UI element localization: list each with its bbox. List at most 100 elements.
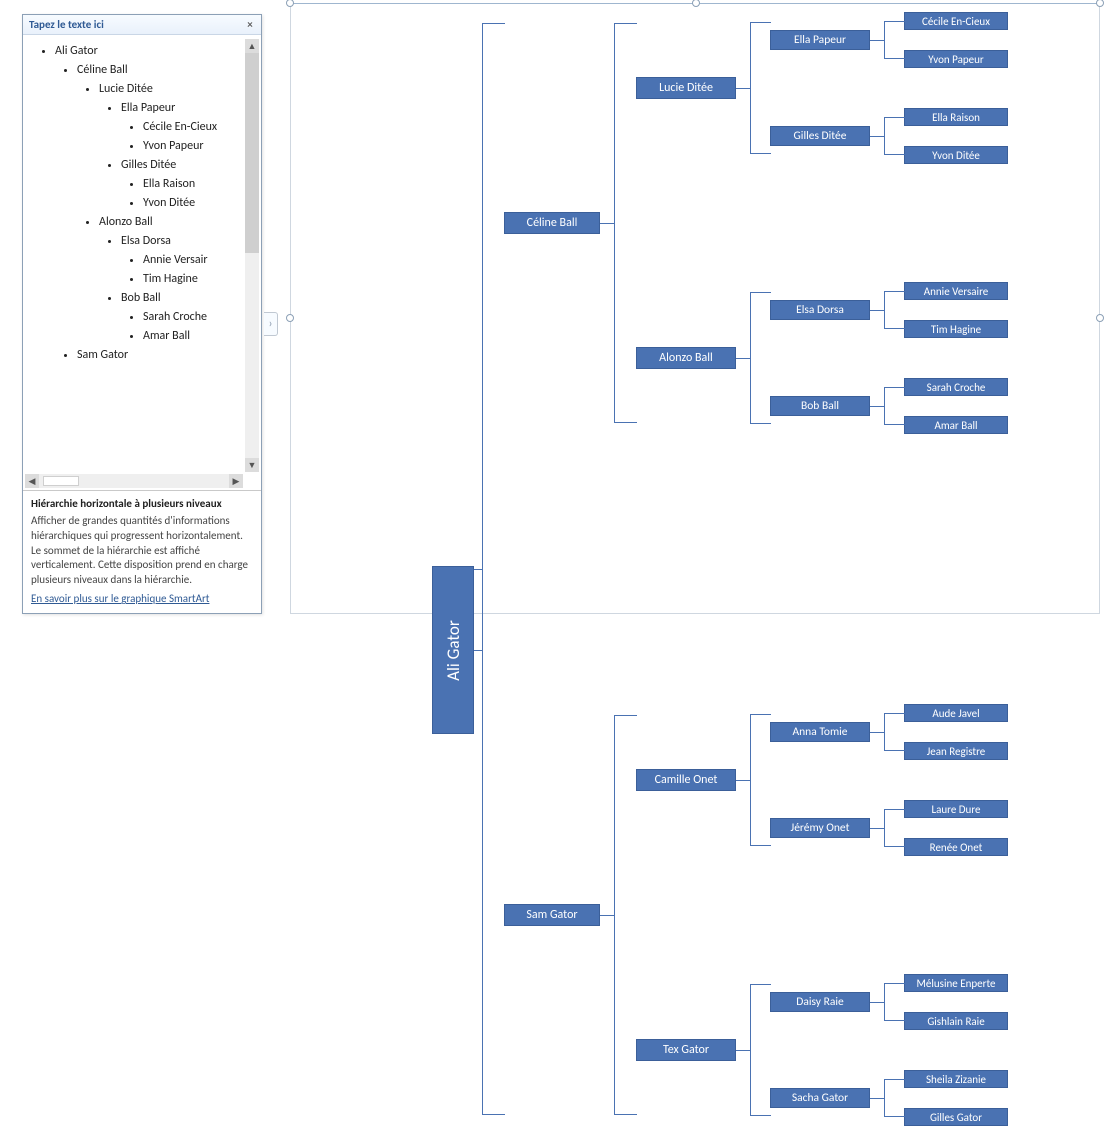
- hierarchy-node[interactable]: Lucie Ditée: [636, 77, 736, 99]
- hierarchy-leaf-node[interactable]: Yvon Ditée: [904, 146, 1008, 164]
- list-item-label: Ella Raison: [143, 177, 195, 191]
- hierarchy-node-label: Annie Versaire: [924, 285, 988, 298]
- hierarchy-node[interactable]: Sacha Gator: [770, 1088, 870, 1108]
- hierarchy-node-label: Ella Raison: [932, 111, 980, 124]
- selection-handle[interactable]: [1096, 314, 1104, 322]
- hierarchy-leaf-node[interactable]: Aude Javel: [904, 704, 1008, 722]
- hierarchy-node-label: Sheila Zizanie: [926, 1073, 986, 1086]
- list-item[interactable]: Alonzo Ball Elsa Dorsa Annie Versair Tim…: [99, 215, 243, 343]
- hierarchy-node-label: Ella Papeur: [794, 33, 846, 47]
- list-item-label: Yvon Ditée: [143, 196, 195, 210]
- list-item-label: Alonzo Ball: [99, 215, 153, 229]
- hierarchy-node-label: Céline Ball: [527, 216, 578, 230]
- list-item[interactable]: Cécile En-Cieux: [143, 120, 243, 134]
- list-item-label: Ella Papeur: [121, 101, 175, 115]
- hierarchy-node-label: Jérémy Onet: [791, 821, 850, 835]
- hierarchy-node[interactable]: Anna Tomie: [770, 722, 870, 742]
- scroll-thumb[interactable]: [245, 53, 259, 253]
- list-item[interactable]: Annie Versair: [143, 253, 243, 267]
- list-item[interactable]: Céline Ball Lucie Ditée Ella Papeur Céci…: [77, 63, 243, 343]
- hierarchy-root-label: Ali Gator: [443, 620, 464, 681]
- panel-title: Tapez le texte ici: [29, 18, 104, 31]
- scroll-right-icon[interactable]: ▶: [229, 474, 243, 488]
- horizontal-scrollbar[interactable]: ◀ ▶: [25, 474, 243, 488]
- hierarchy-leaf-node[interactable]: Laure Dure: [904, 800, 1008, 818]
- list-item[interactable]: Tim Hagine: [143, 272, 243, 286]
- hierarchy-node-label: Tim Hagine: [931, 323, 981, 336]
- hierarchy-leaf-node[interactable]: Jean Registre: [904, 742, 1008, 760]
- list-item[interactable]: Gilles Ditée Ella Raison Yvon Ditée: [121, 158, 243, 210]
- hierarchy-node-label: Amar Ball: [934, 419, 977, 432]
- hierarchy-node-label: Cécile En-Cieux: [922, 15, 990, 28]
- scroll-left-icon[interactable]: ◀: [25, 474, 39, 488]
- list-item[interactable]: Bob Ball Sarah Croche Amar Ball: [121, 291, 243, 343]
- selection-handle[interactable]: [1096, 0, 1104, 7]
- panel-header[interactable]: Tapez le texte ici ×: [23, 15, 261, 35]
- hierarchy-root-node[interactable]: Ali Gator: [432, 566, 474, 734]
- hierarchy-node[interactable]: Tex Gator: [636, 1039, 736, 1061]
- hierarchy-leaf-node[interactable]: Sarah Croche: [904, 378, 1008, 396]
- hierarchy-leaf-node[interactable]: Cécile En-Cieux: [904, 12, 1008, 30]
- hierarchy-leaf-node[interactable]: Mélusine Enperte: [904, 974, 1008, 992]
- hierarchy-node[interactable]: Alonzo Ball: [636, 347, 736, 369]
- list-item[interactable]: Sarah Croche: [143, 310, 243, 324]
- list-item-label: Amar Ball: [143, 329, 190, 343]
- scroll-position-field[interactable]: [43, 476, 79, 486]
- hierarchy-node[interactable]: Sam Gator: [504, 904, 600, 926]
- hierarchy-node[interactable]: Camille Onet: [636, 769, 736, 791]
- connector: [474, 650, 482, 651]
- hierarchy-leaf-node[interactable]: Sheila Zizanie: [904, 1070, 1008, 1088]
- hierarchy-node-label: Gishlain Raie: [927, 1015, 984, 1028]
- hierarchy-node-label: Camille Onet: [655, 773, 718, 787]
- hierarchy-diagram[interactable]: Ali Gator Céline Ball Lucie Ditée Ella P…: [432, 12, 1008, 1126]
- hierarchy-leaf-node[interactable]: Gilles Gator: [904, 1108, 1008, 1126]
- hierarchy-node-label: Tex Gator: [663, 1043, 709, 1057]
- hierarchy-node-label: Sam Gator: [526, 908, 577, 922]
- hierarchy-leaf-node[interactable]: Amar Ball: [904, 416, 1008, 434]
- hierarchy-node[interactable]: Daisy Raie: [770, 992, 870, 1012]
- hierarchy-node-label: Aude Javel: [932, 707, 979, 720]
- scroll-up-icon[interactable]: ▲: [245, 39, 259, 53]
- list-item[interactable]: Yvon Ditée: [143, 196, 243, 210]
- scroll-down-icon[interactable]: ▼: [245, 458, 259, 472]
- hierarchy-node-label: Sarah Croche: [927, 381, 986, 394]
- hierarchy-node[interactable]: Jérémy Onet: [770, 818, 870, 838]
- list-item[interactable]: Ella Papeur Cécile En-Cieux Yvon Papeur: [121, 101, 243, 153]
- hierarchy-node-label: Mélusine Enperte: [916, 977, 995, 990]
- hierarchy-node-label: Lucie Ditée: [659, 81, 713, 95]
- vertical-scrollbar[interactable]: ▲ ▼: [245, 39, 259, 472]
- hierarchy-leaf-node[interactable]: Renée Onet: [904, 838, 1008, 856]
- list-item[interactable]: Sam Gator: [77, 348, 243, 362]
- layout-description: Hiérarchie horizontale à plusieurs nivea…: [23, 490, 261, 613]
- smartart-text-panel[interactable]: Tapez le texte ici × Ali Gator Céline Ba…: [22, 14, 262, 614]
- list-item-label: Yvon Papeur: [143, 139, 204, 153]
- layout-description-body: Afficher de grandes quantités d'informat…: [31, 514, 253, 588]
- list-item[interactable]: Yvon Papeur: [143, 139, 243, 153]
- hierarchy-node[interactable]: Ella Papeur: [770, 30, 870, 50]
- list-item[interactable]: Elsa Dorsa Annie Versair Tim Hagine: [121, 234, 243, 286]
- hierarchy-leaf-node[interactable]: Ella Raison: [904, 108, 1008, 126]
- hierarchy-node-label: Daisy Raie: [796, 995, 843, 1009]
- hierarchy-node[interactable]: Elsa Dorsa: [770, 300, 870, 320]
- hierarchy-leaf-node[interactable]: Tim Hagine: [904, 320, 1008, 338]
- hierarchy-node-label: Jean Registre: [927, 745, 986, 758]
- hierarchy-leaf-node[interactable]: Yvon Papeur: [904, 50, 1008, 68]
- hierarchy-node-label: Laure Dure: [931, 803, 980, 816]
- list-item[interactable]: Amar Ball: [143, 329, 243, 343]
- outline-body: Ali Gator Céline Ball Lucie Ditée Ella P…: [23, 35, 261, 490]
- hierarchy-node[interactable]: Bob Ball: [770, 396, 870, 416]
- hierarchy-node[interactable]: Céline Ball: [504, 212, 600, 234]
- list-item[interactable]: Lucie Ditée Ella Papeur Cécile En-Cieux …: [99, 82, 243, 210]
- outline-tree[interactable]: Ali Gator Céline Ball Lucie Ditée Ella P…: [25, 39, 243, 472]
- hierarchy-node-label: Gilles Ditée: [794, 129, 847, 143]
- close-icon[interactable]: ×: [243, 18, 257, 32]
- learn-more-link[interactable]: En savoir plus sur le graphique SmartArt: [31, 592, 253, 607]
- hierarchy-node[interactable]: Gilles Ditée: [770, 126, 870, 146]
- hierarchy-leaf-node[interactable]: Gishlain Raie: [904, 1012, 1008, 1030]
- list-item[interactable]: Ali Gator Céline Ball Lucie Ditée Ella P…: [55, 44, 243, 362]
- panel-expander-handle[interactable]: ›: [264, 312, 278, 336]
- list-item-label: Elsa Dorsa: [121, 234, 171, 248]
- list-item[interactable]: Ella Raison: [143, 177, 243, 191]
- hierarchy-leaf-node[interactable]: Annie Versaire: [904, 282, 1008, 300]
- selection-handle[interactable]: [286, 314, 294, 322]
